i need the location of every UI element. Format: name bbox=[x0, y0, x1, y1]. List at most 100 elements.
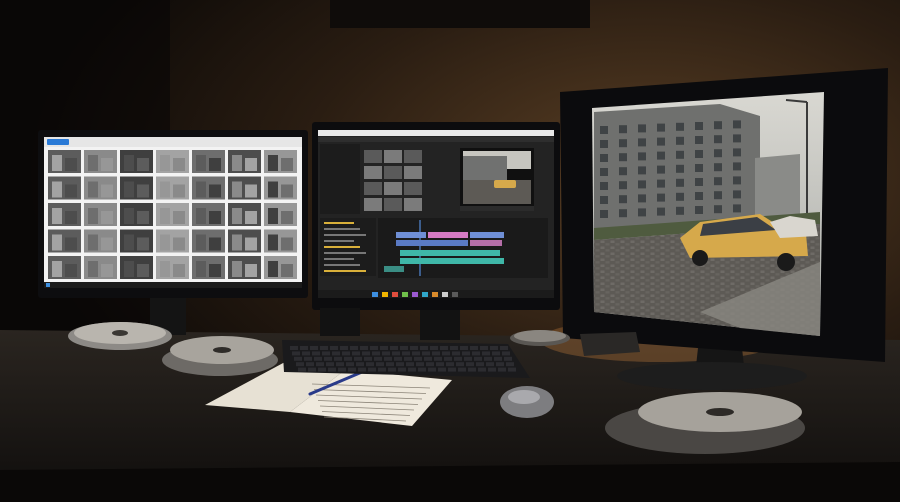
key[interactable] bbox=[478, 367, 486, 372]
key[interactable] bbox=[446, 362, 454, 367]
key[interactable] bbox=[462, 351, 470, 356]
effects-list-item[interactable] bbox=[324, 270, 366, 272]
key[interactable] bbox=[294, 356, 302, 361]
key[interactable] bbox=[302, 351, 310, 356]
key[interactable] bbox=[408, 367, 416, 372]
key[interactable] bbox=[306, 362, 314, 367]
timeline-clip[interactable] bbox=[384, 266, 404, 272]
photo-thumbnail[interactable] bbox=[120, 150, 153, 173]
key[interactable] bbox=[398, 367, 406, 372]
key[interactable] bbox=[404, 356, 412, 361]
photo-thumbnail[interactable] bbox=[48, 176, 81, 200]
media-thumbnail[interactable] bbox=[364, 198, 382, 211]
photo-thumbnail[interactable] bbox=[156, 229, 189, 253]
key[interactable] bbox=[492, 351, 500, 356]
key[interactable] bbox=[342, 351, 350, 356]
key[interactable] bbox=[498, 367, 506, 372]
media-thumbnail[interactable] bbox=[384, 198, 402, 211]
program-car[interactable] bbox=[494, 180, 516, 188]
key[interactable] bbox=[474, 356, 482, 361]
taskbar-app-icon[interactable] bbox=[392, 292, 398, 297]
key[interactable] bbox=[434, 356, 442, 361]
key[interactable] bbox=[326, 362, 334, 367]
key[interactable] bbox=[418, 367, 426, 372]
photo-thumbnail[interactable] bbox=[192, 229, 225, 253]
key[interactable] bbox=[348, 367, 356, 372]
photo-thumbnail[interactable] bbox=[120, 256, 153, 279]
photo-thumbnail[interactable] bbox=[48, 256, 81, 279]
key[interactable] bbox=[358, 367, 366, 372]
photo-thumbnail[interactable] bbox=[228, 256, 261, 279]
timeline-clip[interactable] bbox=[396, 240, 468, 246]
effects-list-item[interactable] bbox=[324, 240, 354, 242]
key[interactable] bbox=[426, 362, 434, 367]
key[interactable] bbox=[338, 367, 346, 372]
key[interactable] bbox=[356, 362, 364, 367]
key[interactable] bbox=[482, 351, 490, 356]
photo-thumbnail[interactable] bbox=[192, 203, 225, 226]
key[interactable] bbox=[384, 356, 392, 361]
key[interactable] bbox=[458, 367, 466, 372]
photo-thumbnail[interactable] bbox=[120, 203, 153, 226]
key[interactable] bbox=[406, 362, 414, 367]
media-thumbnail[interactable] bbox=[384, 166, 402, 179]
key[interactable] bbox=[334, 356, 342, 361]
photo-thumbnail[interactable] bbox=[48, 203, 81, 226]
key[interactable] bbox=[496, 362, 504, 367]
key[interactable] bbox=[374, 356, 382, 361]
key[interactable] bbox=[336, 362, 344, 367]
photo-thumbnail[interactable] bbox=[192, 150, 225, 173]
key[interactable] bbox=[436, 362, 444, 367]
photo-thumbnail[interactable] bbox=[156, 176, 189, 200]
key[interactable] bbox=[392, 351, 400, 356]
key[interactable] bbox=[370, 346, 378, 350]
photo-thumbnail[interactable] bbox=[84, 176, 117, 200]
timeline-clip[interactable] bbox=[400, 250, 500, 256]
key[interactable] bbox=[428, 367, 436, 372]
key[interactable] bbox=[346, 362, 354, 367]
media-thumbnail[interactable] bbox=[384, 182, 402, 195]
key[interactable] bbox=[304, 356, 312, 361]
key[interactable] bbox=[470, 346, 478, 350]
key[interactable] bbox=[382, 351, 390, 356]
key[interactable] bbox=[322, 351, 330, 356]
external-drive[interactable] bbox=[580, 332, 640, 356]
key[interactable] bbox=[452, 351, 460, 356]
key[interactable] bbox=[416, 362, 424, 367]
photo-thumbnail[interactable] bbox=[228, 150, 261, 173]
taskbar-app-icon[interactable] bbox=[372, 292, 378, 297]
media-thumbnail[interactable] bbox=[384, 150, 402, 163]
key[interactable] bbox=[290, 346, 298, 350]
photo-thumbnail[interactable] bbox=[156, 203, 189, 226]
key[interactable] bbox=[468, 367, 476, 372]
key[interactable] bbox=[390, 346, 398, 350]
key[interactable] bbox=[378, 367, 386, 372]
media-thumbnail[interactable] bbox=[404, 198, 422, 211]
taskbar-app-icon[interactable] bbox=[422, 292, 428, 297]
effects-list-item[interactable] bbox=[324, 246, 360, 248]
key[interactable] bbox=[480, 346, 488, 350]
media-thumbnail[interactable] bbox=[404, 166, 422, 179]
key[interactable] bbox=[308, 367, 316, 372]
key[interactable] bbox=[412, 351, 420, 356]
start-icon[interactable] bbox=[46, 283, 50, 287]
key[interactable] bbox=[396, 362, 404, 367]
key[interactable] bbox=[420, 346, 428, 350]
key[interactable] bbox=[298, 367, 306, 372]
media-thumbnail[interactable] bbox=[364, 182, 382, 195]
key[interactable] bbox=[386, 362, 394, 367]
key[interactable] bbox=[448, 367, 456, 372]
key[interactable] bbox=[372, 351, 380, 356]
key[interactable] bbox=[316, 362, 324, 367]
key[interactable] bbox=[328, 367, 336, 372]
timeline-clip[interactable] bbox=[396, 232, 426, 238]
timeline-clip[interactable] bbox=[470, 232, 504, 238]
photo-thumbnail[interactable] bbox=[48, 229, 81, 253]
key[interactable] bbox=[494, 356, 502, 361]
key[interactable] bbox=[440, 346, 448, 350]
key[interactable] bbox=[502, 351, 510, 356]
photo-thumbnail[interactable] bbox=[156, 150, 189, 173]
media-thumbnail[interactable] bbox=[364, 166, 382, 179]
key[interactable] bbox=[490, 346, 498, 350]
key[interactable] bbox=[442, 351, 450, 356]
